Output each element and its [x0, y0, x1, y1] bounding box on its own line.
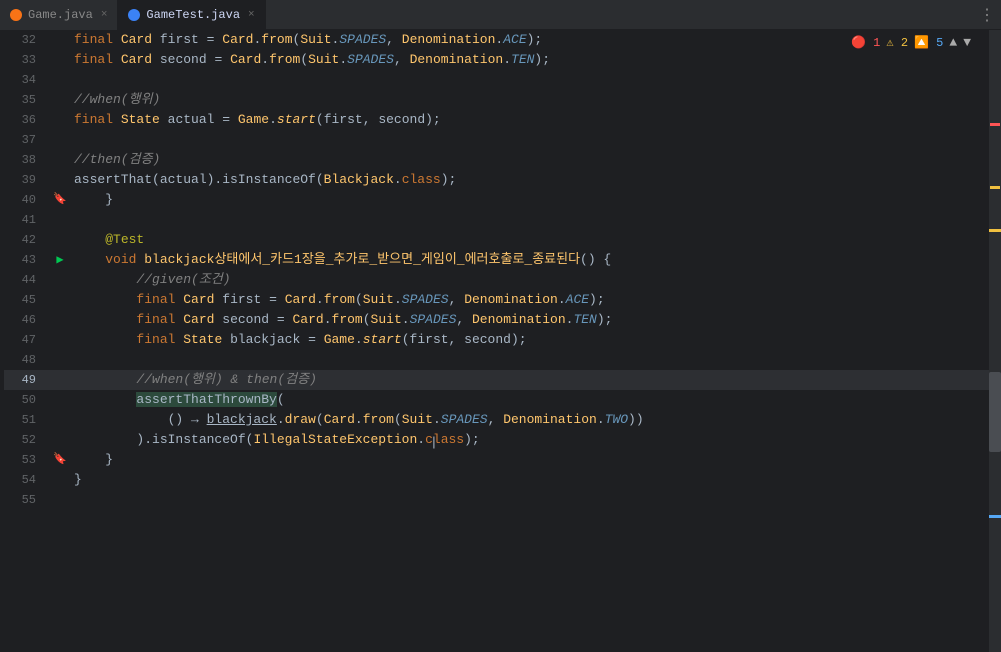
- code-49: //when(행위) & then(검증): [74, 370, 989, 390]
- table-row: 49 //when(행위) & then(검증): [4, 370, 989, 390]
- table-row: 48: [4, 350, 989, 370]
- table-row: 38 //then(검증): [4, 150, 989, 170]
- line-number: 55: [4, 490, 46, 510]
- table-row: 44 //given(조건): [4, 270, 989, 290]
- code-50: assertThatThrownBy(: [74, 390, 989, 410]
- bookmark-icon-53: 🔖: [53, 454, 67, 466]
- code-53: }: [74, 450, 989, 470]
- error-marker: [990, 123, 1000, 126]
- scrollbar[interactable]: [989, 30, 1001, 652]
- code-45: final Card first = Card.from(Suit.SPADES…: [74, 290, 989, 310]
- line-number: 54: [4, 470, 46, 490]
- table-row: 47 final State blackjack = Game.start(fi…: [4, 330, 989, 350]
- code-39: assertThat(actual).isInstanceOf(Blackjac…: [74, 170, 989, 190]
- table-row: 50 assertThatThrownBy(: [4, 390, 989, 410]
- tab-bar: Game.java × GameTest.java × ⋮ 🔴 1 ⚠ 2 🔼 …: [0, 0, 1001, 30]
- table-row: 39 assertThat(actual).isInstanceOf(Black…: [4, 170, 989, 190]
- line-number: 39: [4, 170, 46, 190]
- nav-up-button[interactable]: ▲: [949, 35, 957, 50]
- tab-gametest-close[interactable]: ×: [248, 9, 255, 21]
- line-number: 47: [4, 330, 46, 350]
- table-row: 32 final Card first = Card.from(Suit.SPA…: [4, 30, 989, 50]
- table-row: 36 final State actual = Game.start(first…: [4, 110, 989, 130]
- line-number: 44: [4, 270, 46, 290]
- code-44: //given(조건): [74, 270, 989, 290]
- code-36: final State actual = Game.start(first, s…: [74, 110, 989, 130]
- line-number: 48: [4, 350, 46, 370]
- code-51: () → blackjack.draw(Card.from(Suit.SPADE…: [74, 410, 989, 430]
- tab-gametest-label: GameTest.java: [146, 8, 240, 22]
- current-line-marker: [989, 515, 1001, 518]
- line-number: 42: [4, 230, 46, 250]
- table-row: 51 () → blackjack.draw(Card.from(Suit.SP…: [4, 410, 989, 430]
- line-number: 43: [4, 250, 46, 270]
- nav-down-button[interactable]: ▼: [963, 35, 971, 50]
- table-row: 34: [4, 70, 989, 90]
- code-editor[interactable]: 32 final Card first = Card.from(Suit.SPA…: [0, 30, 989, 652]
- gutter-53: 🔖: [46, 450, 74, 470]
- table-row: 43 ▶ void blackjack상태에서_카드1장을_추가로_받으면_게임…: [4, 250, 989, 270]
- code-54: }: [74, 470, 989, 490]
- code-52: ).isInstanceOf(IllegalStateException.cla…: [74, 430, 989, 450]
- editor: 32 final Card first = Card.from(Suit.SPA…: [0, 30, 1001, 652]
- line-number: 34: [4, 70, 46, 90]
- more-tabs-button[interactable]: ⋮: [979, 5, 995, 25]
- tab-game-java[interactable]: Game.java ×: [0, 0, 118, 30]
- table-row: 52 ).isInstanceOf(IllegalStateException.…: [4, 430, 989, 450]
- line-number: 36: [4, 110, 46, 130]
- table-row: 41: [4, 210, 989, 230]
- warning-marker-2: [989, 229, 1001, 232]
- line-number: 45: [4, 290, 46, 310]
- line-number: 49: [4, 370, 46, 390]
- line-number: 32: [4, 30, 46, 50]
- tab-gametest-java[interactable]: GameTest.java ×: [118, 0, 265, 30]
- test-icon: [128, 9, 140, 21]
- code-47: final State blackjack = Game.start(first…: [74, 330, 989, 350]
- line-number: 52: [4, 430, 46, 450]
- line-number: 51: [4, 410, 46, 430]
- run-test-icon[interactable]: ▶: [56, 253, 63, 267]
- table-row: 42 @Test: [4, 230, 989, 250]
- error-indicator[interactable]: 🔴 1: [851, 35, 880, 50]
- scrollbar-thumb[interactable]: [989, 372, 1001, 452]
- code-42: @Test: [74, 230, 989, 250]
- tab-game-close[interactable]: ×: [101, 9, 108, 21]
- table-row: 45 final Card first = Card.from(Suit.SPA…: [4, 290, 989, 310]
- code-40: }: [74, 190, 989, 210]
- table-row: 53 🔖 }: [4, 450, 989, 470]
- table-row: 35 //when(행위): [4, 90, 989, 110]
- line-number: 40: [4, 190, 46, 210]
- warning-marker: [990, 186, 1000, 189]
- gutter-40: 🔖: [46, 190, 74, 210]
- table-row: 55: [4, 490, 989, 510]
- warning-indicator[interactable]: ⚠ 2: [886, 35, 908, 50]
- line-number: 37: [4, 130, 46, 150]
- code-33: final Card second = Card.from(Suit.SPADE…: [74, 50, 989, 70]
- code-46: final Card second = Card.from(Suit.SPADE…: [74, 310, 989, 330]
- info-indicator[interactable]: 🔼 5: [914, 35, 943, 50]
- java-icon: [10, 9, 22, 21]
- table-row: 40 🔖 }: [4, 190, 989, 210]
- table-row: 37: [4, 130, 989, 150]
- code-35: //when(행위): [74, 90, 989, 110]
- code-38: //then(검증): [74, 150, 989, 170]
- line-number: 53: [4, 450, 46, 470]
- line-number: 50: [4, 390, 46, 410]
- tab-game-label: Game.java: [28, 8, 93, 22]
- line-number: 46: [4, 310, 46, 330]
- status-bar: 🔴 1 ⚠ 2 🔼 5 ▲ ▼: [851, 35, 971, 50]
- line-number: 38: [4, 150, 46, 170]
- gutter-43[interactable]: ▶: [46, 250, 74, 271]
- table-row: 54 }: [4, 470, 989, 490]
- table-row: 46 final Card second = Card.from(Suit.SP…: [4, 310, 989, 330]
- line-number: 35: [4, 90, 46, 110]
- line-number: 41: [4, 210, 46, 230]
- table-row: 33 final Card second = Card.from(Suit.SP…: [4, 50, 989, 70]
- line-number: 33: [4, 50, 46, 70]
- code-43: void blackjack상태에서_카드1장을_추가로_받으면_게임이_에러호…: [74, 250, 989, 270]
